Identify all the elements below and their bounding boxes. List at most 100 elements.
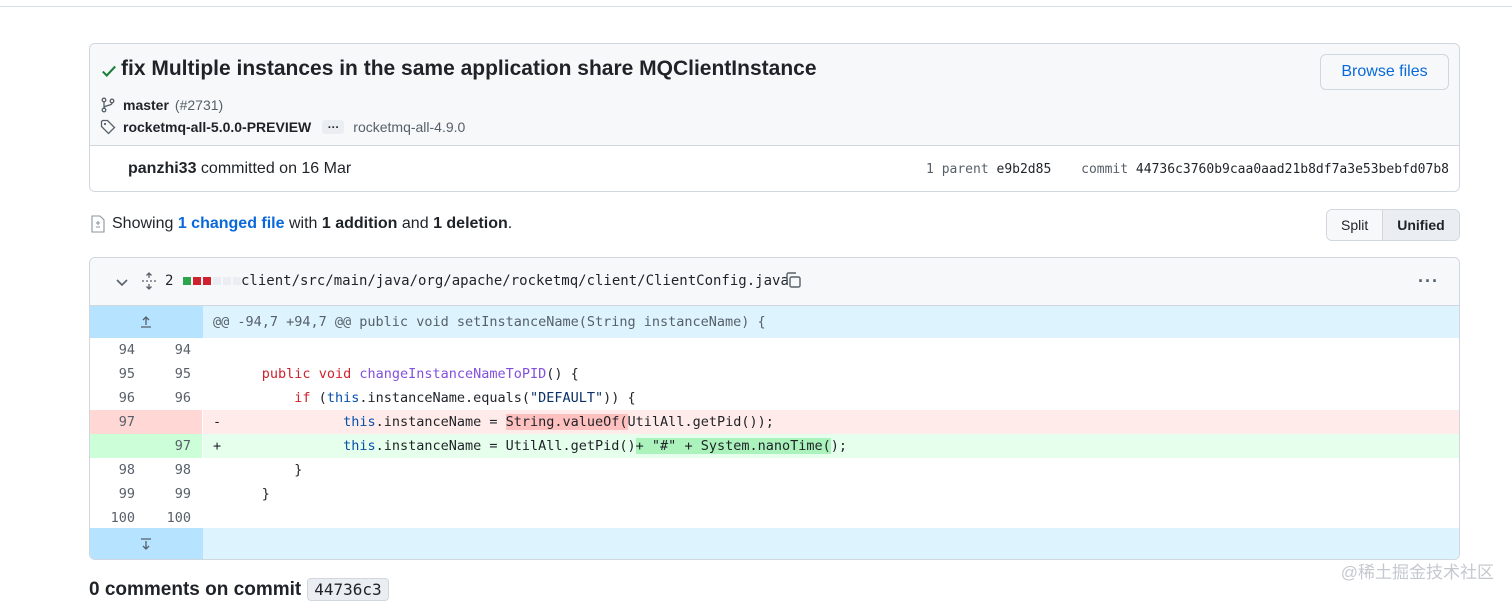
branch-link[interactable]: master <box>123 97 169 113</box>
code-text: } <box>261 486 270 502</box>
code-text: ); <box>830 438 848 454</box>
diffstat-bar <box>183 277 241 285</box>
expand-down-gutter[interactable] <box>90 528 203 559</box>
code-content <box>203 506 1459 530</box>
keyword: this <box>326 390 360 406</box>
commit-box: fix Multiple instances in the same appli… <box>89 43 1460 192</box>
hunk-header-row: @@ -94,7 +94,7 @@ public void setInstanc… <box>90 306 1459 338</box>
expand-down-icon[interactable] <box>138 536 154 552</box>
new-line-number[interactable] <box>146 410 202 434</box>
code-content: + this.instanceName = UtilAll.getPid()+ … <box>203 434 1459 458</box>
code-text: .instanceName = <box>375 438 506 454</box>
method-name: changeInstanceNameToPID <box>359 366 547 382</box>
code-text: } <box>294 462 303 478</box>
commit-label: commit <box>1081 162 1129 177</box>
old-line-number[interactable]: 99 <box>90 482 146 506</box>
diff-line: 95 95 public void changeInstanceNameToPI… <box>90 362 1459 386</box>
author-line: panzhi33 committed on 16 Mar <box>128 160 351 178</box>
parent-label: 1 parent <box>926 162 989 177</box>
diff-line-added: 97 + this.instanceName = UtilAll.getPid(… <box>90 434 1459 458</box>
diff-line: 100 100 <box>90 506 1459 530</box>
commit-title: fix Multiple instances in the same appli… <box>121 57 817 80</box>
code-content: } <box>203 482 1459 506</box>
more-tags-button[interactable]: … <box>322 118 345 134</box>
old-line-number[interactable]: 96 <box>90 386 146 410</box>
expand-up-gutter[interactable] <box>90 306 203 338</box>
sha-info: 1 parent e9b2d85 commit 44736c3760b9caa0… <box>926 162 1449 177</box>
deletions-count: 1 deletion <box>433 215 508 232</box>
file-diff: 2 client/src/main/java/org/apache/rocket… <box>89 257 1460 560</box>
diffstat-block <box>233 277 241 285</box>
code-content: if (this.instanceName.equals("DEFAULT"))… <box>294 390 636 406</box>
added-highlight: + "#" + System.nanoTime( <box>635 438 831 454</box>
tag-icon <box>100 119 116 135</box>
additions-count: 1 addition <box>321 215 398 232</box>
file-options-button[interactable]: ··· <box>1418 271 1439 292</box>
diffstat-block <box>193 277 201 285</box>
code-text: UtilAll.getPid()); <box>627 414 774 430</box>
old-line-number[interactable]: 97 <box>90 410 146 434</box>
new-line-number[interactable]: 99 <box>146 482 202 506</box>
chevron-down-icon[interactable] <box>114 274 130 290</box>
new-line-number[interactable]: 95 <box>146 362 202 386</box>
new-line-number[interactable]: 97 <box>146 434 202 458</box>
tag-link-last[interactable]: rocketmq-all-4.9.0 <box>353 119 465 135</box>
check-icon <box>102 65 116 77</box>
diff-line-deleted: 97 - this.instanceName = String.valueOf(… <box>90 410 1459 434</box>
git-branch-icon <box>101 97 115 113</box>
keyword: this <box>343 438 376 454</box>
code-content <box>203 338 1459 362</box>
author-link[interactable]: panzhi33 <box>128 160 196 177</box>
file-header: 2 client/src/main/java/org/apache/rocket… <box>90 258 1459 306</box>
new-line-number[interactable]: 96 <box>146 386 202 410</box>
expand-all-icon[interactable] <box>140 272 158 290</box>
new-line-number[interactable]: 98 <box>146 458 202 482</box>
pr-link[interactable]: (#2731) <box>175 97 223 113</box>
hunk-header-text: @@ -94,7 +94,7 @@ public void setInstanc… <box>213 314 766 330</box>
committed-text: committed on 16 Mar <box>200 160 352 177</box>
with-text: with <box>288 215 318 232</box>
commit-header: fix Multiple instances in the same appli… <box>90 44 1459 146</box>
diff-line: 94 94 <box>90 338 1459 362</box>
split-view-button[interactable]: Split <box>1327 210 1383 240</box>
keyword: public <box>261 366 311 382</box>
keyword: if <box>294 390 311 406</box>
old-line-number[interactable]: 95 <box>90 362 146 386</box>
browse-files-button[interactable]: Browse files <box>1320 54 1449 90</box>
top-divider <box>0 6 1512 7</box>
code-text: .instanceName.equals( <box>359 390 531 406</box>
tag-link-first[interactable]: rocketmq-all-5.0.0-PREVIEW <box>123 119 311 135</box>
diffstat-block <box>203 277 211 285</box>
tag-row: rocketmq-all-5.0.0-PREVIEW … rocketmq-al… <box>100 118 465 136</box>
diff-view-toggle: Split Unified <box>1326 209 1460 241</box>
unified-view-button[interactable]: Unified <box>1382 210 1459 240</box>
copy-icon[interactable] <box>784 271 802 289</box>
expand-down-row <box>90 528 1459 559</box>
diffstat-block <box>223 277 231 285</box>
commit-meta: panzhi33 committed on 16 Mar 1 parent e9… <box>90 146 1459 191</box>
changed-files-link[interactable]: 1 changed file <box>178 215 285 233</box>
diff-marker: + <box>213 438 222 454</box>
code-content: public void changeInstanceNameToPID() { <box>203 362 1459 386</box>
file-diff-icon <box>91 215 105 233</box>
diff-line: 99 99 } <box>90 482 1459 506</box>
old-line-number[interactable]: 94 <box>90 338 146 362</box>
code-text: () { <box>546 366 579 382</box>
code-text: )) { <box>603 390 636 406</box>
string-literal: "DEFAULT" <box>530 390 604 406</box>
diffstat-block <box>183 277 191 285</box>
and-text: and <box>401 215 429 232</box>
expand-up-icon[interactable] <box>138 314 154 330</box>
file-path-link[interactable]: client/src/main/java/org/apache/rocketmq… <box>241 273 789 289</box>
comments-title: 0 comments on commit <box>89 578 302 600</box>
old-line-number[interactable]: 100 <box>90 506 146 530</box>
old-line-number[interactable] <box>90 434 146 458</box>
new-line-number[interactable]: 100 <box>146 506 202 530</box>
commit-sha: 44736c3760b9caa0aad21b8df7a3e53bebfd07b8 <box>1135 162 1449 177</box>
old-line-number[interactable]: 98 <box>90 458 146 482</box>
keyword: void <box>318 366 352 382</box>
new-line-number[interactable]: 94 <box>146 338 202 362</box>
branch-row: master (#2731) <box>100 96 223 114</box>
diff-line: 98 98 } <box>90 458 1459 482</box>
parent-sha-link[interactable]: e9b2d85 <box>997 162 1052 177</box>
